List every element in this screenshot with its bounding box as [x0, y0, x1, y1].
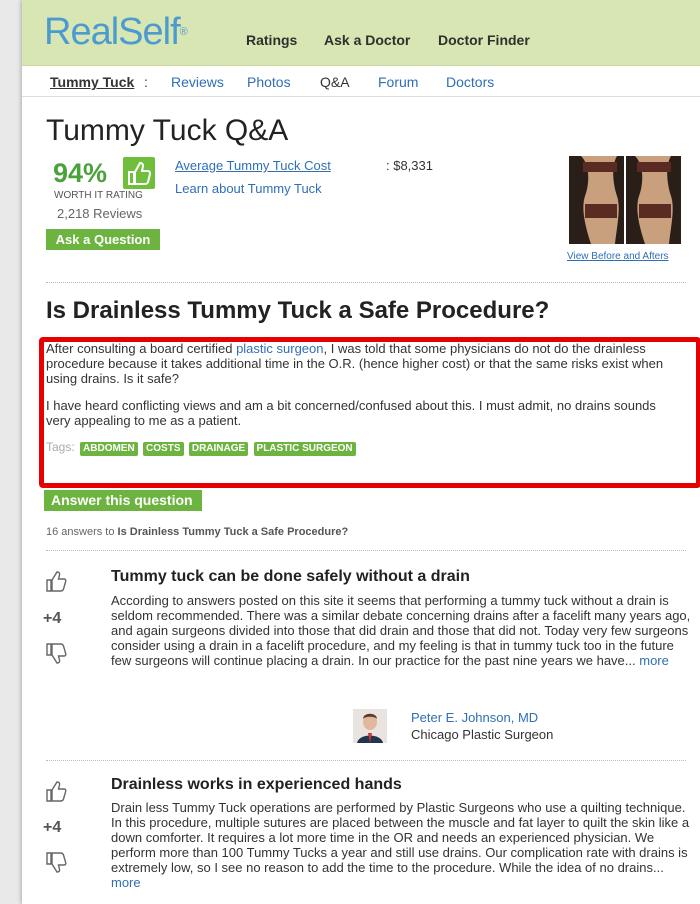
worth-it-percent: 94%: [53, 158, 108, 188]
site-header: RealSelf® Ratings Ask a Doctor Doctor Fi…: [22, 0, 700, 66]
vote-count: +4: [43, 819, 62, 836]
question-tags: Tags: ABDOMEN COSTS DRAINAGE PLASTIC SUR…: [46, 440, 356, 456]
answer-title[interactable]: Tummy tuck can be done safely without a …: [111, 568, 470, 586]
subnav-qa[interactable]: Q&A: [320, 74, 350, 90]
doctor-location: Chicago Plastic Surgeon: [411, 727, 554, 742]
average-cost-link[interactable]: Average Tummy Tuck Cost: [175, 158, 331, 173]
question-title: Is Drainless Tummy Tuck a Safe Procedure…: [46, 297, 550, 324]
review-count[interactable]: 2,218 Reviews: [57, 206, 142, 221]
tags-label: Tags:: [46, 440, 75, 454]
nav-ask-a-doctor[interactable]: Ask a Doctor: [324, 32, 410, 48]
question-body-paragraph-1: After consulting a board certified plast…: [46, 341, 670, 386]
tag-plastic-surgeon[interactable]: PLASTIC SURGEON: [253, 442, 356, 456]
logo-trademark: ®: [179, 26, 188, 38]
logo-text: RealSelf: [44, 11, 181, 53]
divider: [46, 550, 686, 551]
vote-count: +4: [43, 610, 62, 627]
tag-drainage[interactable]: DRAINAGE: [188, 442, 249, 456]
vote-up-icon[interactable]: [44, 569, 68, 593]
tag-abdomen[interactable]: ABDOMEN: [80, 442, 138, 456]
worth-it-label: WORTH IT RATING: [54, 190, 143, 201]
subnav-separator: :: [144, 74, 148, 90]
answer-body: Drain less Tummy Tuck operations are per…: [111, 800, 695, 890]
thumbs-up-badge-icon: [123, 157, 155, 189]
answers-count: 16 answers to Is Drainless Tummy Tuck a …: [46, 526, 348, 538]
answer-text: According to answers posted on this site…: [111, 593, 691, 668]
answers-count-text: 16 answers to: [46, 526, 118, 538]
divider: [46, 760, 686, 761]
nav-doctor-finder[interactable]: Doctor Finder: [438, 32, 530, 48]
divider: [46, 282, 686, 283]
subnav-doctors[interactable]: Doctors: [446, 74, 494, 90]
view-before-after-link[interactable]: View Before and Afters: [567, 251, 669, 262]
tag-costs[interactable]: COSTS: [143, 442, 184, 456]
answer-text: Drain less Tummy Tuck operations are per…: [111, 800, 690, 875]
doctor-name-link[interactable]: Peter E. Johnson, MD: [411, 710, 538, 725]
more-link[interactable]: more: [639, 653, 669, 668]
nav-ratings[interactable]: Ratings: [246, 32, 297, 48]
vote-down-icon[interactable]: [44, 851, 68, 875]
vote-down-icon[interactable]: [44, 642, 68, 666]
doctor-avatar[interactable]: [353, 709, 387, 743]
realself-logo[interactable]: RealSelf®: [44, 11, 188, 53]
question-text: After consulting a board certified: [46, 341, 237, 356]
answer-title[interactable]: Drainless works in experienced hands: [111, 776, 402, 794]
page-title: Tummy Tuck Q&A: [46, 114, 289, 147]
ask-question-button[interactable]: Ask a Question: [46, 229, 160, 250]
plastic-surgeon-link[interactable]: plastic surgeon: [236, 341, 323, 356]
subnav-topic[interactable]: Tummy Tuck: [50, 74, 134, 90]
answers-count-question: Is Drainless Tummy Tuck a Safe Procedure…: [117, 526, 349, 538]
before-after-photo[interactable]: [569, 156, 681, 244]
topic-subnav: Tummy Tuck : Reviews Photos Q&A Forum Do…: [22, 66, 700, 97]
before-after-image-icon: [569, 156, 681, 244]
subnav-forum[interactable]: Forum: [378, 74, 418, 90]
question-body-paragraph-2: I have heard conflicting views and am a …: [46, 398, 656, 428]
vote-up-icon[interactable]: [44, 779, 68, 803]
subnav-photos[interactable]: Photos: [247, 74, 291, 90]
subnav-reviews[interactable]: Reviews: [171, 74, 224, 90]
page: RealSelf® Ratings Ask a Doctor Doctor Fi…: [22, 0, 700, 904]
answer-body: According to answers posted on this site…: [111, 593, 695, 668]
average-cost-value: : $8,331: [386, 158, 433, 173]
more-link[interactable]: more: [111, 875, 141, 890]
answer-question-button[interactable]: Answer this question: [44, 490, 202, 511]
thumbs-up-icon: [128, 161, 151, 185]
learn-about-link[interactable]: Learn about Tummy Tuck: [175, 181, 322, 196]
